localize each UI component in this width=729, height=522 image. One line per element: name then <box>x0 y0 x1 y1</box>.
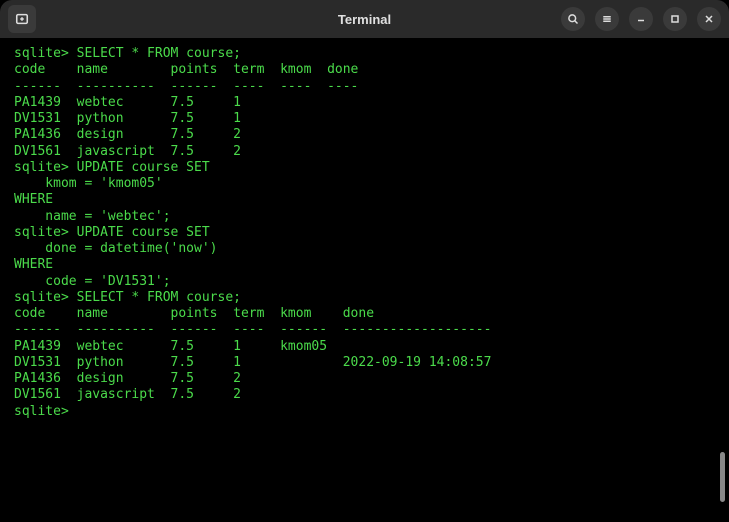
terminal-output[interactable]: sqlite> SELECT * FROM course; code name … <box>0 38 729 522</box>
maximize-button[interactable] <box>663 7 687 31</box>
terminal-line: sqlite> <box>14 404 77 419</box>
titlebar: Terminal <box>0 0 729 38</box>
terminal-line: code name points term kmom done <box>14 306 491 321</box>
terminal-line: PA1436 design 7.5 2 <box>14 127 358 142</box>
terminal-line: DV1561 javascript 7.5 2 <box>14 387 491 402</box>
minimize-button[interactable] <box>629 7 653 31</box>
titlebar-left <box>8 5 36 33</box>
terminal-line: PA1436 design 7.5 2 <box>14 371 491 386</box>
terminal-line: code = 'DV1531'; <box>14 274 171 289</box>
terminal-line: PA1439 webtec 7.5 1 kmom05 <box>14 339 491 354</box>
terminal-line: sqlite> UPDATE course SET <box>14 160 210 175</box>
terminal-line: sqlite> SELECT * FROM course; <box>14 46 241 61</box>
terminal-line: name = 'webtec'; <box>14 209 171 224</box>
titlebar-right <box>561 7 721 31</box>
terminal-line: code name points term kmom done <box>14 62 358 77</box>
terminal-line: done = datetime('now') <box>14 241 218 256</box>
terminal-line: kmom = 'kmom05' <box>14 176 163 191</box>
new-tab-button[interactable] <box>8 5 36 33</box>
terminal-line: DV1531 python 7.5 1 2022-09-19 14:08:57 <box>14 355 491 370</box>
window-title: Terminal <box>338 12 391 27</box>
terminal-line: ------ ---------- ------ ---- ---- ---- <box>14 79 358 94</box>
close-button[interactable] <box>697 7 721 31</box>
terminal-line: sqlite> UPDATE course SET <box>14 225 210 240</box>
terminal-line: ------ ---------- ------ ---- ------ ---… <box>14 322 491 337</box>
terminal-line: WHERE <box>14 257 53 272</box>
search-button[interactable] <box>561 7 585 31</box>
menu-button[interactable] <box>595 7 619 31</box>
terminal-line: sqlite> SELECT * FROM course; <box>14 290 241 305</box>
scrollbar-thumb[interactable] <box>720 452 725 502</box>
terminal-line: WHERE <box>14 192 53 207</box>
terminal-line: DV1561 javascript 7.5 2 <box>14 144 358 159</box>
terminal-line: DV1531 python 7.5 1 <box>14 111 358 126</box>
terminal-line: PA1439 webtec 7.5 1 <box>14 95 358 110</box>
